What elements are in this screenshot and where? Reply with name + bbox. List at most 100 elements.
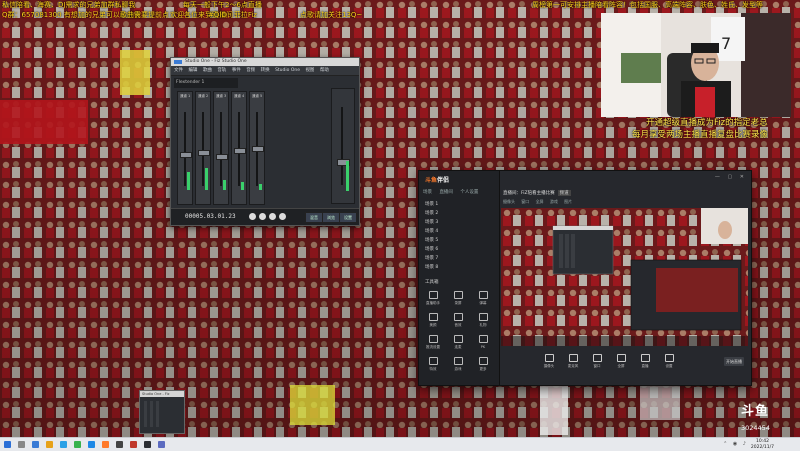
browser-icon[interactable] [60, 441, 67, 448]
system-tray-icons[interactable]: ⌃ ◉ ♪ [723, 441, 748, 447]
mic-button[interactable]: 麦克风 [565, 354, 581, 369]
search-icon[interactable] [18, 441, 25, 448]
fullscreen-capture-button[interactable]: 全屏 [613, 354, 629, 369]
mixer-channel[interactable]: 通道 3 [213, 91, 229, 205]
file-explorer-icon[interactable] [46, 441, 53, 448]
mixer-channel[interactable]: 通道 4 [231, 91, 247, 205]
taskbar-thumbnail-window[interactable]: Studio One - Fiz [139, 390, 185, 434]
overlay-text-super-live: 开通超级直播成为Fiz的指定老总 [646, 118, 768, 128]
menu-event[interactable]: 事件 [232, 68, 241, 73]
studio-one-titlebar[interactable]: Studio One - Fiz Studio One [171, 58, 359, 66]
inspector-label: Flextender 1 [174, 78, 238, 88]
source-tab-window[interactable]: 窗口 [521, 199, 529, 204]
transport-bar: 00005.03.01.23 混音 浏览 设置 [171, 208, 359, 225]
tool-assistant[interactable]: 直播助手 [425, 291, 441, 306]
start-live-button[interactable]: 开始直播 [724, 357, 744, 366]
settings-button[interactable]: 设置 [661, 354, 677, 369]
menu-studio-one[interactable]: Studio One [275, 68, 300, 73]
source-tab-image[interactable]: 图片 [564, 199, 572, 204]
sound-effect-icon [453, 313, 463, 321]
fader-handle[interactable] [252, 146, 264, 152]
fader-track [202, 112, 204, 186]
assistant-icon [428, 291, 438, 299]
scene-item[interactable]: 场景 1 [425, 201, 491, 208]
tab-personal[interactable]: 个人设置 [460, 190, 478, 195]
menu-edit[interactable]: 编辑 [188, 68, 197, 73]
live-button-small[interactable]: 直播 [637, 354, 653, 369]
start-icon[interactable] [4, 441, 11, 448]
mixer-channel[interactable]: 通道 5 [249, 91, 265, 205]
app-icon[interactable] [130, 441, 137, 448]
browse-button[interactable]: 浏览 [322, 212, 340, 223]
task-view-icon[interactable] [32, 441, 39, 448]
tool-game[interactable]: 游戏 [450, 357, 466, 372]
source-tab-camera[interactable]: 摄像头 [503, 199, 515, 204]
wechat-icon[interactable] [74, 441, 81, 448]
menu-file[interactable]: 文件 [174, 68, 183, 73]
app-icon[interactable] [158, 441, 165, 448]
studio-one-taskbar-icon[interactable] [116, 441, 123, 448]
scene-item[interactable]: 场景 4 [425, 228, 491, 235]
fader-handle[interactable] [198, 150, 210, 156]
menu-track[interactable]: 音轨 [217, 68, 226, 73]
menu-song[interactable]: 歌曲 [203, 68, 212, 73]
source-tab-fullscreen[interactable]: 全屏 [536, 199, 544, 204]
douyu-room-id: 3024454 [741, 424, 770, 432]
mixer-channel[interactable]: 通道 1 [177, 91, 193, 205]
scene-item[interactable]: 场景 7 [425, 255, 491, 262]
tool-gift[interactable]: 礼物 [475, 313, 491, 328]
loop-icon[interactable] [279, 213, 286, 220]
fader-handle[interactable] [216, 154, 228, 160]
play-icon[interactable] [259, 213, 266, 220]
stream-preview[interactable] [501, 208, 748, 346]
menu-transport[interactable]: 转换 [261, 68, 270, 73]
studio-one-app-icon [174, 60, 182, 64]
tool-more[interactable]: 更多 [475, 357, 491, 372]
fader-handle[interactable] [180, 152, 192, 158]
fader-track [184, 112, 186, 186]
thumbnail-title: Studio One - Fiz [140, 391, 184, 397]
scene-item[interactable]: 场景 5 [425, 237, 491, 244]
tool-pk[interactable]: PK [475, 335, 491, 349]
app-icon[interactable] [144, 441, 151, 448]
scene-item[interactable]: 场景 6 [425, 246, 491, 253]
fullscreen-icon [616, 354, 626, 362]
mix-button[interactable]: 混音 [305, 212, 323, 223]
broadcast-app-window[interactable]: 斗鱼伴侣 场景 直播间 个人设置 场景 1 场景 2 场景 3 场景 4 场景 … [418, 170, 752, 386]
scene-item[interactable]: 场景 3 [425, 219, 491, 226]
studio-one-window[interactable]: Studio One - Fiz Studio One 文件 编辑 歌曲 音轨 … [170, 57, 360, 226]
tool-beauty[interactable]: 美颜 [425, 313, 441, 328]
channel-label: 通道 1 [179, 94, 191, 98]
taskbar-clock[interactable]: 10:42 2022/11/7 [751, 439, 774, 450]
window-capture-button[interactable]: 窗口 [589, 354, 605, 369]
mixer-channel[interactable]: 通道 2 [195, 91, 211, 205]
camera-button[interactable]: 摄像头 [541, 354, 557, 369]
source-tab-game[interactable]: 游戏 [550, 199, 558, 204]
main-bus-channel[interactable] [331, 88, 355, 204]
pk-icon [478, 335, 488, 343]
window-controls[interactable]: — ▢ ✕ [715, 174, 747, 180]
tab-room[interactable]: 直播间 [439, 190, 453, 195]
douyu-app-icon[interactable] [102, 441, 109, 448]
scene-item[interactable]: 场景 2 [425, 210, 491, 217]
overlay-text-weekly-rank: 周榜第一可安排主播陪看阵容！包括国服、高端阵容、肤色、姓氏、发型等 [532, 1, 763, 9]
menu-help[interactable]: 帮助 [320, 68, 329, 73]
qq-icon[interactable] [88, 441, 95, 448]
level-meter [223, 180, 226, 190]
tool-danmaku[interactable]: 弹幕 [475, 291, 491, 306]
settings-button[interactable]: 设置 [339, 212, 357, 223]
record-icon[interactable] [269, 213, 276, 220]
fader-handle[interactable] [234, 148, 246, 154]
tool-cohost[interactable]: 连麦 [450, 335, 466, 350]
tool-effects[interactable]: 特效 [425, 357, 441, 372]
record-screen-icon [453, 291, 463, 299]
tab-scenes[interactable]: 场景 [423, 190, 432, 195]
thumbnail-fader [156, 401, 159, 427]
menu-view[interactable]: 视图 [305, 68, 314, 73]
menu-audio[interactable]: 音频 [246, 68, 255, 73]
tool-record[interactable]: 录屏 [450, 291, 466, 306]
scene-item[interactable]: 场景 8 [425, 264, 491, 271]
tool-stream-settings[interactable]: 推流设置 [425, 335, 441, 350]
rewind-icon[interactable] [249, 213, 256, 220]
tool-sound[interactable]: 音效 [450, 313, 466, 328]
